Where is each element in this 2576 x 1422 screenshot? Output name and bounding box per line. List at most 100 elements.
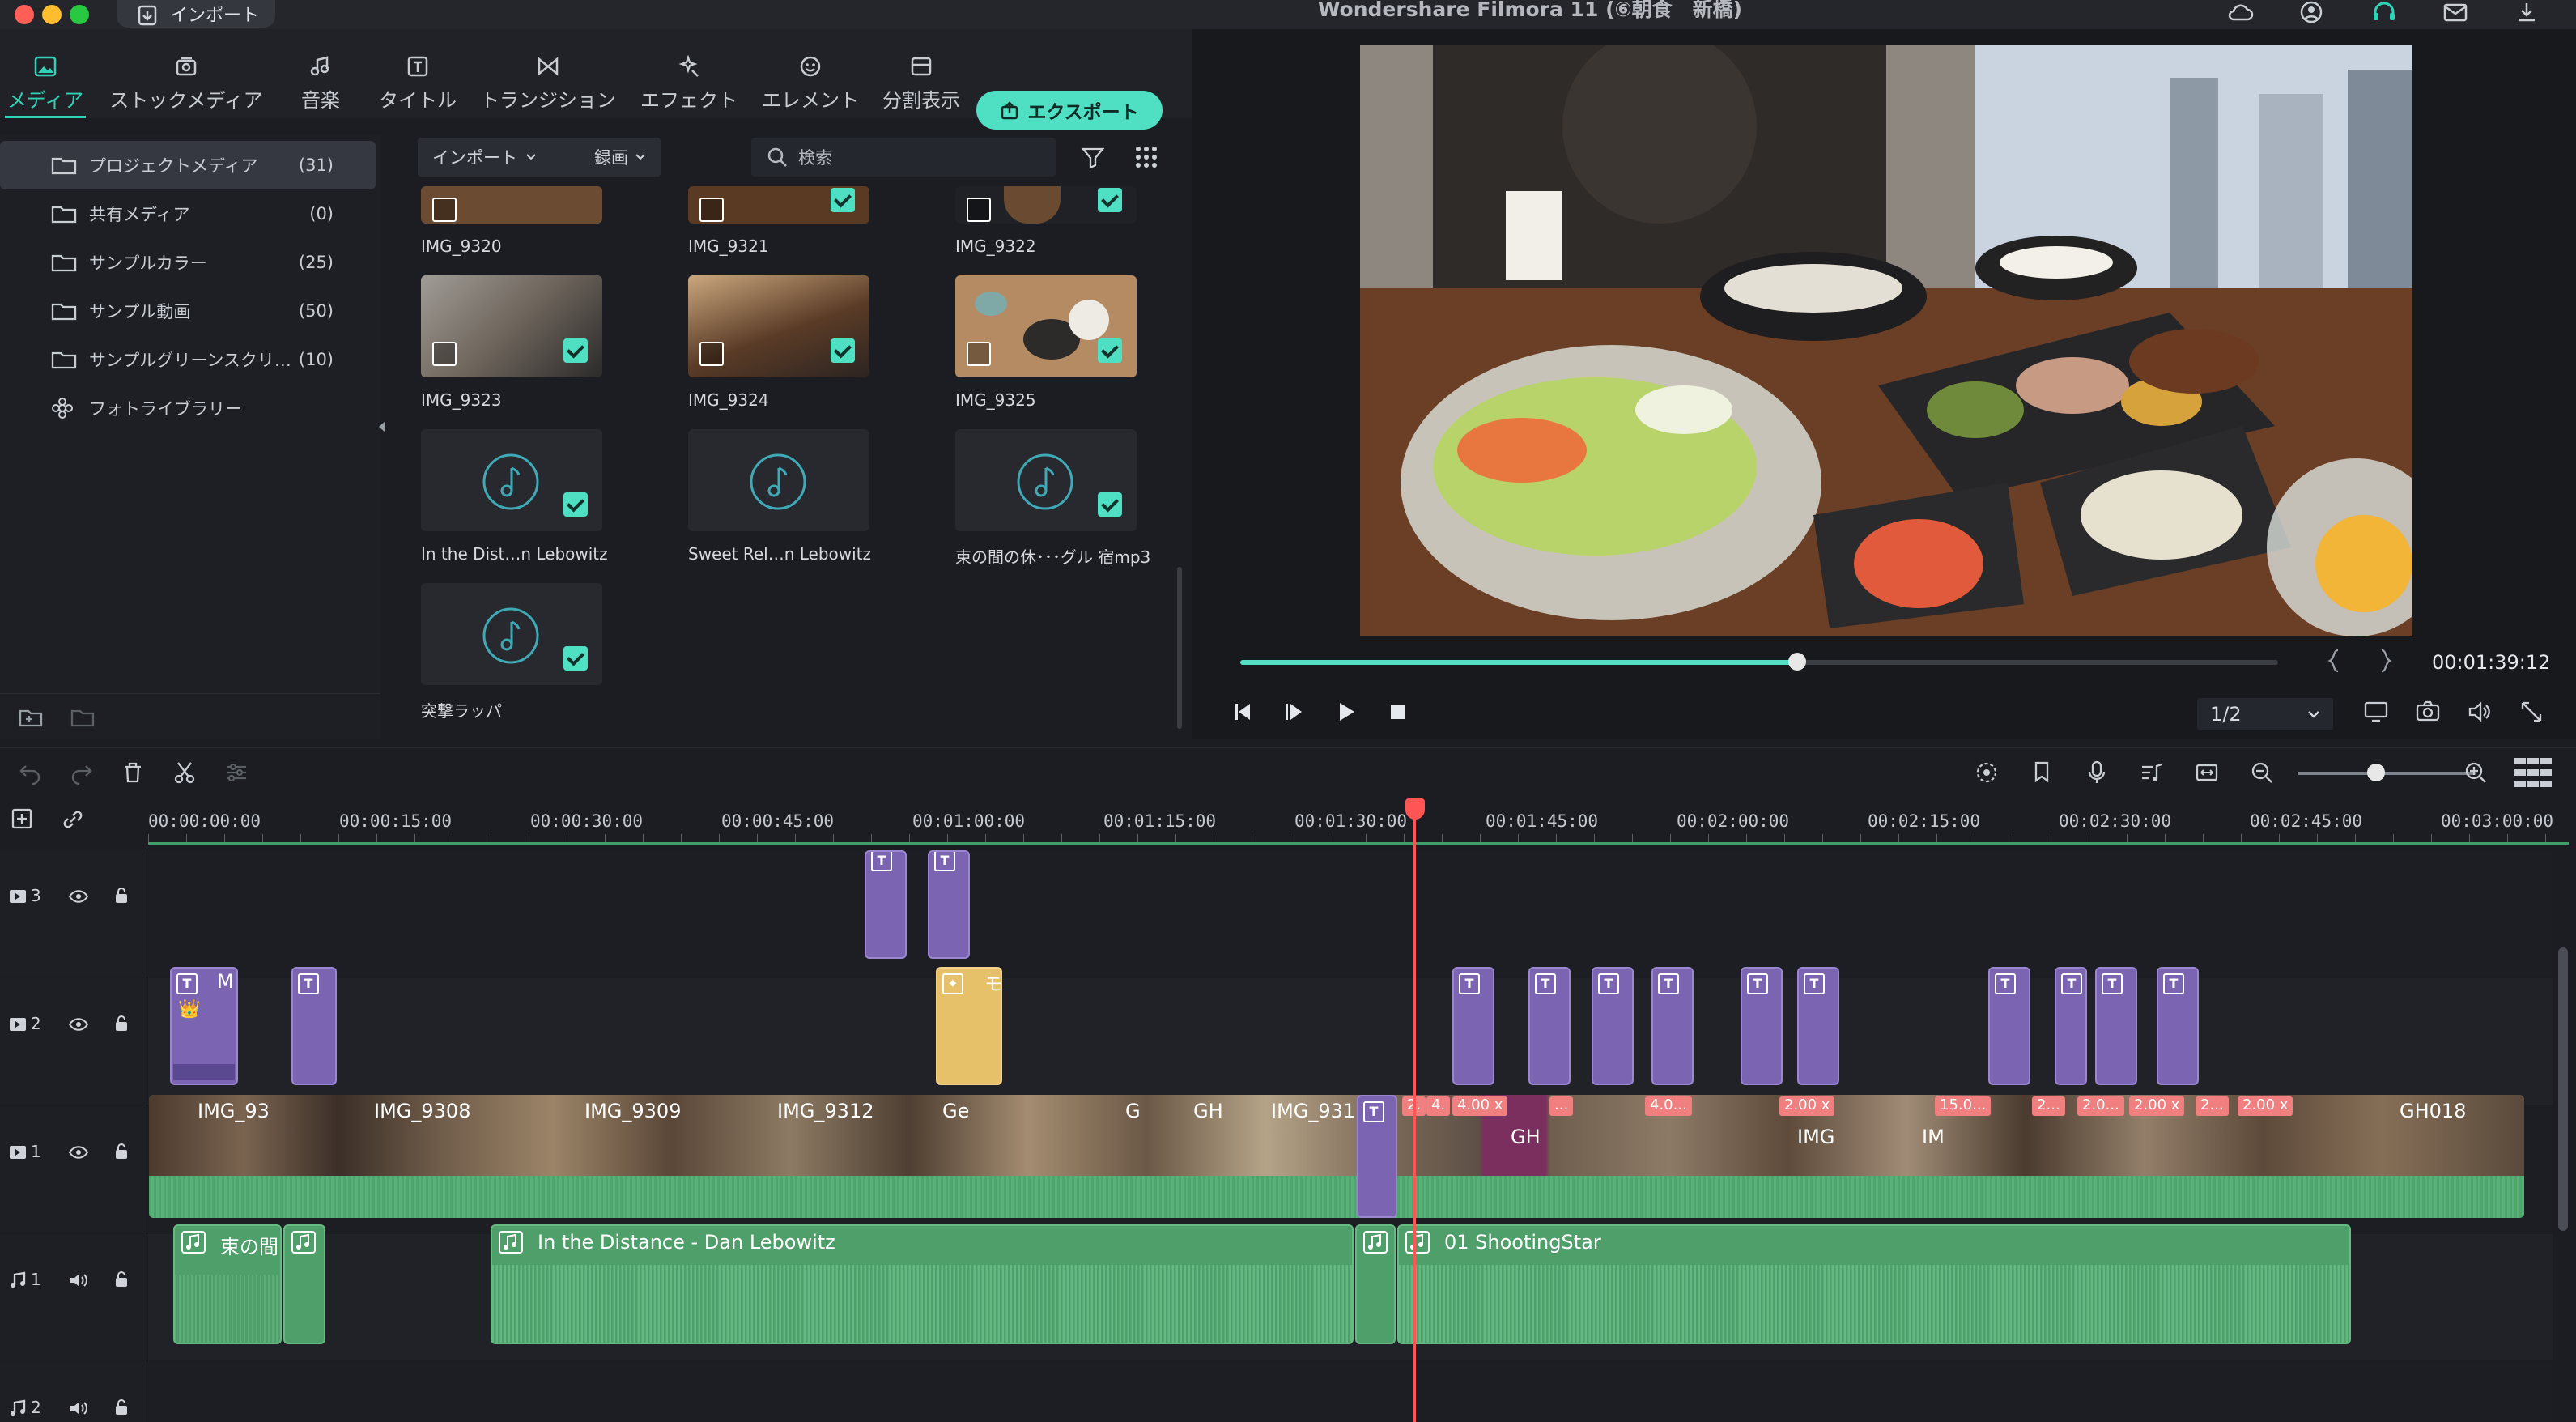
media-scrollbar[interactable] xyxy=(1177,567,1182,729)
effect-clip[interactable]: ✦ モ xyxy=(936,967,1002,1085)
title-clip-inline[interactable]: T xyxy=(1357,1095,1397,1218)
new-folder-icon[interactable] xyxy=(18,705,45,730)
top-import-button[interactable]: インポート xyxy=(117,0,275,28)
microphone-icon[interactable] xyxy=(2084,760,2110,786)
stop-icon[interactable] xyxy=(1384,698,1412,726)
media-thumbnail-audio[interactable] xyxy=(688,429,869,531)
title-clip[interactable]: T xyxy=(1797,967,1839,1085)
media-search-box[interactable]: 検索 xyxy=(751,138,1056,177)
tab-music[interactable]: 音楽 xyxy=(291,49,350,118)
grid-view-icon[interactable] xyxy=(1133,144,1159,170)
media-thumbnail-audio[interactable] xyxy=(421,583,602,685)
delete-trash-icon[interactable] xyxy=(120,760,146,786)
export-button[interactable]: エクスポート xyxy=(976,91,1163,130)
title-clip[interactable]: T xyxy=(1988,967,2030,1085)
media-thumbnail[interactable] xyxy=(688,186,869,224)
audio-clip[interactable]: 束の間 xyxy=(173,1224,282,1344)
title-clip[interactable]: T xyxy=(2095,967,2137,1085)
title-clip[interactable]: T xyxy=(1592,967,1634,1085)
audio-clip[interactable] xyxy=(1355,1224,1396,1344)
speaker-icon[interactable] xyxy=(68,1271,89,1289)
playhead-handle[interactable] xyxy=(1405,798,1425,820)
preview-zoom-select[interactable]: 1/2 xyxy=(2197,698,2333,730)
timeline-playhead[interactable] xyxy=(1413,802,1416,1422)
zoom-out-icon[interactable] xyxy=(2249,760,2275,786)
media-thumbnail[interactable] xyxy=(955,186,1137,224)
lock-icon[interactable] xyxy=(113,1142,130,1161)
import-dropdown[interactable]: インポート xyxy=(418,138,601,177)
add-track-icon[interactable] xyxy=(10,807,36,832)
track-layout-icon[interactable] xyxy=(2513,756,2553,789)
title-clip[interactable]: T M 👑 xyxy=(170,967,238,1085)
media-thumbnail[interactable] xyxy=(955,275,1137,377)
render-preview-icon[interactable] xyxy=(1974,760,2000,786)
maximize-window-button[interactable] xyxy=(70,5,89,24)
eye-visibility-icon[interactable] xyxy=(68,1015,89,1033)
lock-icon[interactable] xyxy=(113,886,130,905)
volume-icon[interactable] xyxy=(2466,698,2493,726)
tab-split-screen[interactable]: 分割表示 xyxy=(879,49,963,118)
sidebar-item-sample-videos[interactable]: サンプル動画 (50) xyxy=(0,287,376,335)
snapshot-camera-icon[interactable] xyxy=(2414,698,2442,726)
undo-icon[interactable] xyxy=(18,760,44,786)
eye-visibility-icon[interactable] xyxy=(68,888,89,905)
lock-icon[interactable] xyxy=(113,1398,130,1417)
title-clip[interactable]: T xyxy=(1651,967,1694,1085)
tab-title[interactable]: タイトル xyxy=(377,49,458,118)
timeline-vertical-scrollbar[interactable] xyxy=(2558,947,2568,1231)
play-step-icon[interactable] xyxy=(1281,698,1308,726)
audio-mixer-icon[interactable] xyxy=(2139,760,2165,786)
sidebar-item-sample-colors[interactable]: サンプルカラー (25) xyxy=(0,238,376,287)
mark-out-icon[interactable] xyxy=(2377,648,2395,674)
tab-media[interactable]: メディア xyxy=(5,49,86,118)
title-clip[interactable]: T xyxy=(2157,967,2199,1085)
minimize-window-button[interactable] xyxy=(42,5,62,24)
lock-icon[interactable] xyxy=(113,1014,130,1033)
tab-effect[interactable]: エフェクト xyxy=(640,49,738,118)
headset-support-icon[interactable] xyxy=(2370,0,2398,24)
filter-icon[interactable] xyxy=(1080,144,1106,170)
video-track-strip[interactable]: IMG_93 IMG_9308 IMG_9309 IMG_9312 Ge G G… xyxy=(149,1095,2524,1218)
mail-icon[interactable] xyxy=(2442,0,2469,24)
monitor-icon[interactable] xyxy=(2362,698,2390,726)
timeline-zoom-handle[interactable] xyxy=(2367,764,2385,781)
sidebar-item-photo-library[interactable]: フォトライブラリー xyxy=(0,384,376,432)
tab-element[interactable]: エレメント xyxy=(761,49,860,118)
zoom-in-icon[interactable] xyxy=(2463,760,2489,786)
lock-icon[interactable] xyxy=(113,1270,130,1289)
adjust-sliders-icon[interactable] xyxy=(223,760,249,786)
download-icon[interactable] xyxy=(2513,0,2540,24)
title-clip[interactable]: T xyxy=(1452,967,1494,1085)
sidebar-item-shared-media[interactable]: 共有メディア (0) xyxy=(0,189,376,238)
media-thumbnail[interactable] xyxy=(421,186,602,224)
audio-clip[interactable]: In the Distance - Dan Lebowitz xyxy=(491,1224,1354,1344)
media-thumbnail[interactable] xyxy=(688,275,869,377)
link-icon[interactable] xyxy=(60,807,86,832)
split-scissors-icon[interactable] xyxy=(172,760,198,786)
previous-frame-icon[interactable] xyxy=(1229,698,1256,726)
media-thumbnail[interactable] xyxy=(421,275,602,377)
close-window-button[interactable] xyxy=(15,5,34,24)
media-thumbnail-audio[interactable] xyxy=(421,429,602,531)
speaker-icon[interactable] xyxy=(68,1399,89,1417)
timeline-zoom-slider[interactable] xyxy=(2298,772,2476,775)
title-clip[interactable]: T xyxy=(1741,967,1783,1085)
folder-outline-icon[interactable] xyxy=(70,705,97,730)
play-icon[interactable] xyxy=(1333,698,1360,726)
sidebar-item-project-media[interactable]: プロジェクトメディア (31) xyxy=(0,141,376,189)
fullscreen-icon[interactable] xyxy=(2518,698,2545,726)
fit-timeline-icon[interactable] xyxy=(2194,760,2220,786)
title-clip[interactable]: T xyxy=(291,967,337,1085)
title-clip[interactable]: T xyxy=(865,850,907,959)
sidebar-item-sample-green-screen[interactable]: サンプルグリーンスクリ… (10) xyxy=(0,335,376,384)
account-icon[interactable] xyxy=(2298,0,2325,24)
eye-visibility-icon[interactable] xyxy=(68,1143,89,1161)
record-dropdown[interactable]: 録画 xyxy=(580,138,661,177)
tab-stock-media[interactable]: ストックメディア xyxy=(107,49,266,118)
collapse-sidebar-icon[interactable] xyxy=(377,419,387,434)
tab-transition[interactable]: トランジション xyxy=(479,49,617,118)
title-clip[interactable]: T xyxy=(928,850,970,959)
mark-in-icon[interactable] xyxy=(2325,648,2343,674)
title-clip[interactable]: T xyxy=(1528,967,1571,1085)
media-thumbnail-audio[interactable] xyxy=(955,429,1137,531)
